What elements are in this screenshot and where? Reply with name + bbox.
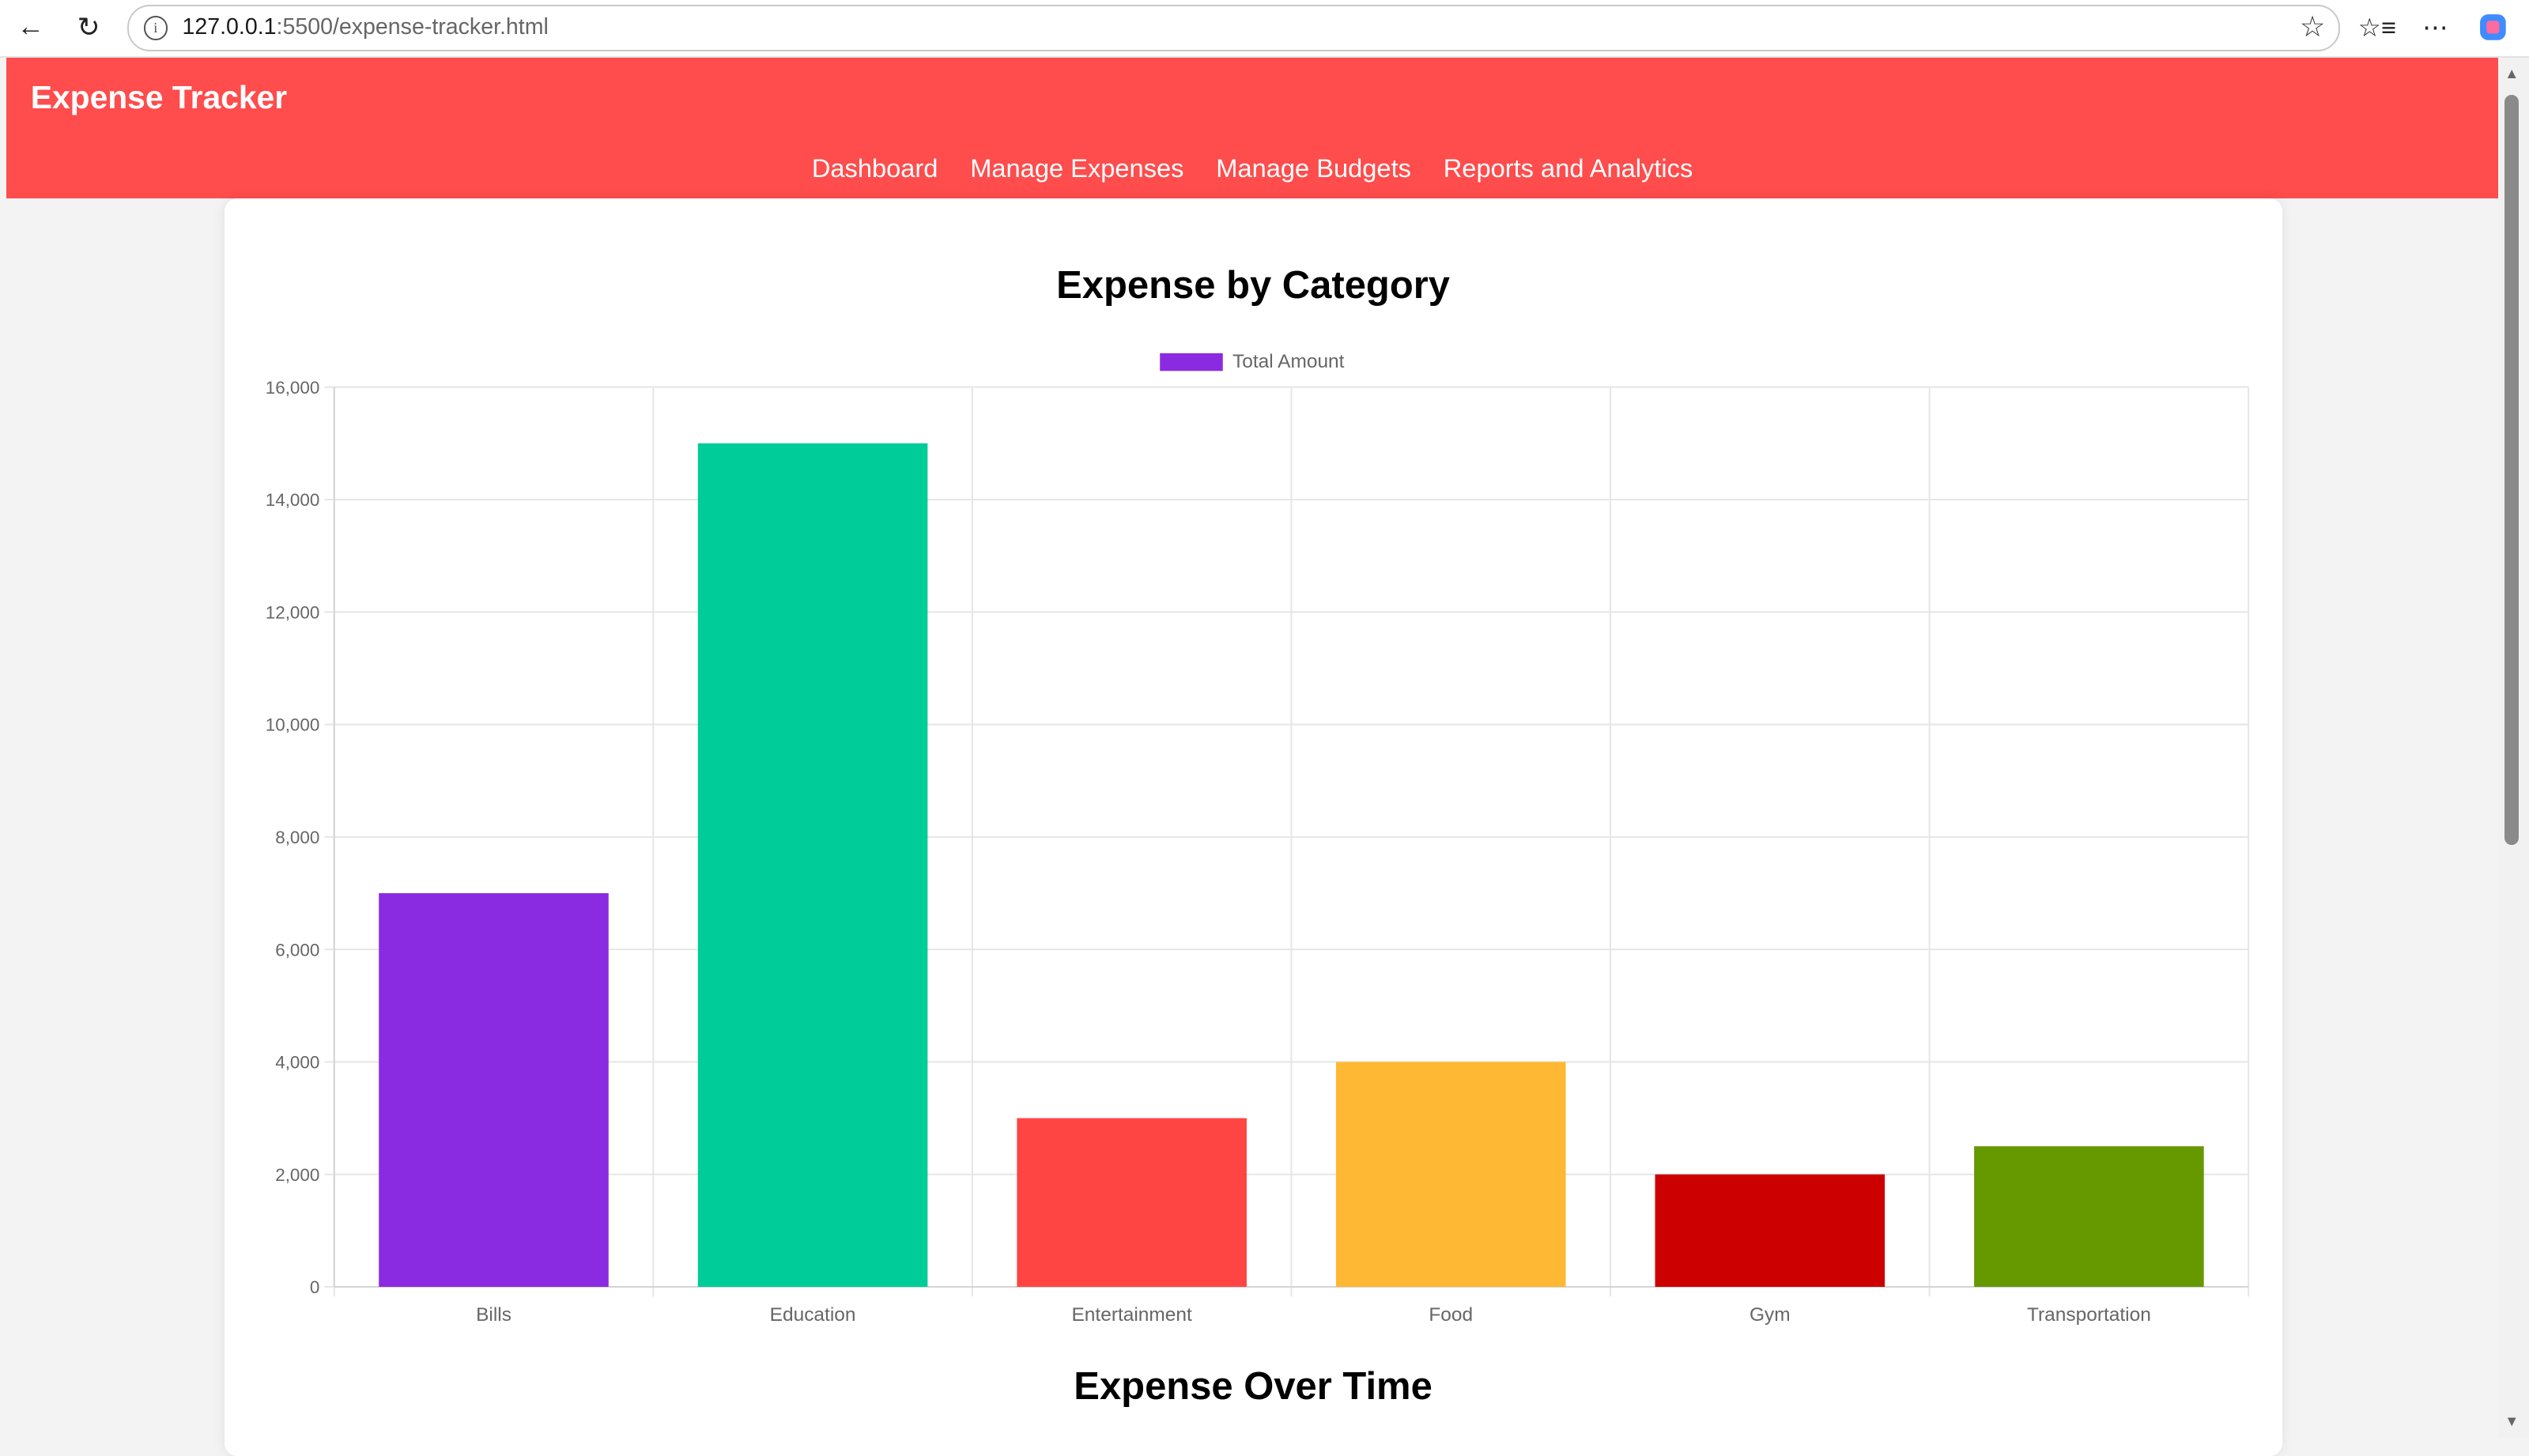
x-tick-label: Gym: [1750, 1304, 1791, 1326]
app-title: Expense Tracker: [30, 78, 288, 115]
browser-toolbar: ← ↻ i 127.0.0.1:5500/expense-tracker.htm…: [0, 0, 2529, 58]
address-bar[interactable]: i 127.0.0.1:5500/expense-tracker.html ☆: [127, 5, 2340, 52]
y-tick-label: 16,000: [265, 378, 319, 398]
x-tick-label: Bills: [476, 1304, 511, 1326]
bar-food: [1335, 1062, 1566, 1287]
chart-card: Expense by Category 0 2,000 4,000 6,000 8,00…: [224, 198, 2282, 1456]
y-tick-label: 10,000: [265, 715, 319, 735]
y-tick-label: 12,000: [265, 602, 319, 622]
x-tick-label: Food: [1429, 1304, 1473, 1326]
bar-gym: [1655, 1174, 1885, 1287]
nav-reports-analytics[interactable]: Reports and Analytics: [1444, 153, 1693, 183]
nav-dashboard[interactable]: Dashboard: [812, 153, 938, 183]
bar-bills: [378, 892, 609, 1287]
url-text[interactable]: 127.0.0.1:5500/expense-tracker.html: [182, 14, 548, 40]
x-tick-label: Entertainment: [1071, 1304, 1192, 1326]
nav-manage-expenses[interactable]: Manage Expenses: [970, 153, 1183, 183]
app-header: Expense Tracker Dashboard Manage Expense…: [6, 58, 2498, 198]
y-tick-label: 8,000: [275, 828, 319, 847]
legend-label: Total Amount: [1232, 351, 1345, 372]
y-tick-label: 2,000: [275, 1165, 319, 1185]
nav-manage-budgets[interactable]: Manage Budgets: [1216, 153, 1411, 183]
scroll-thumb[interactable]: [2504, 95, 2520, 845]
scroll-down-arrow-icon[interactable]: ▼: [2504, 1413, 2519, 1430]
main-nav: Dashboard Manage Expenses Manage Budgets…: [6, 153, 2498, 183]
more-options-icon[interactable]: ⋯: [2414, 8, 2456, 47]
bar-transportation: [1973, 1146, 2204, 1287]
copilot-icon[interactable]: [2472, 8, 2514, 47]
x-tick-label: Transportation: [2027, 1304, 2151, 1326]
expense-by-category-chart: 0 2,000 4,000 6,000 8,000 10,000 12,000 14,000 1…: [265, 351, 2249, 1326]
favorite-star-icon[interactable]: ☆: [2300, 9, 2326, 43]
favorites-icon[interactable]: ☆≡: [2356, 8, 2398, 47]
bar-entertainment: [1016, 1118, 1247, 1287]
expense-over-time-title: Expense Over Time: [1074, 1364, 1432, 1408]
refresh-icon[interactable]: ↻: [68, 8, 110, 47]
bar-education: [697, 443, 927, 1287]
back-arrow-icon[interactable]: ←: [9, 8, 51, 47]
y-tick-label: 6,000: [275, 940, 319, 960]
scroll-up-arrow-icon[interactable]: ▲: [2504, 65, 2519, 82]
y-tick-label: 0: [309, 1277, 319, 1297]
y-tick-label: 14,000: [265, 490, 319, 510]
page-scrollbar[interactable]: ▲ ▼: [2497, 58, 2529, 1437]
x-tick-label: Education: [769, 1304, 855, 1326]
legend-swatch: [1159, 353, 1223, 372]
y-tick-label: 4,000: [275, 1052, 319, 1072]
info-icon[interactable]: i: [143, 16, 168, 40]
